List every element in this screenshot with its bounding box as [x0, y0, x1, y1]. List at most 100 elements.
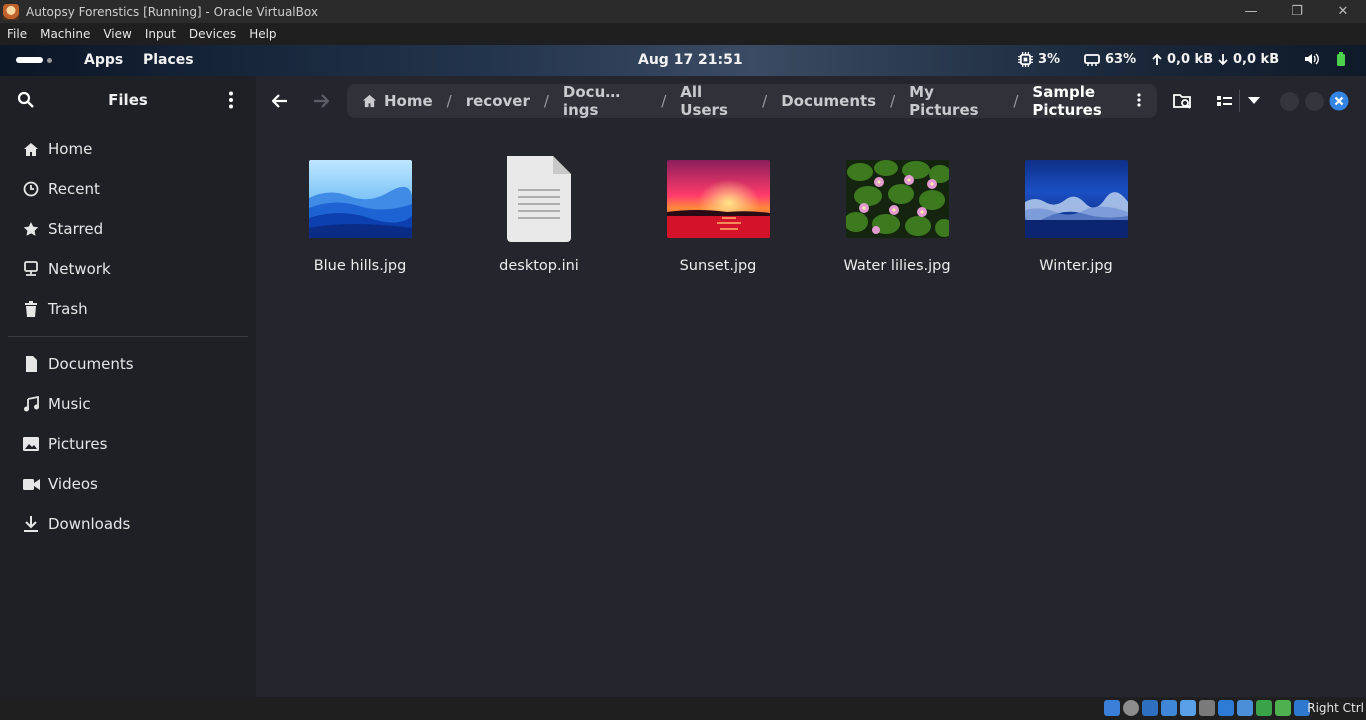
file-name: Winter.jpg	[1039, 258, 1113, 274]
music-icon	[22, 395, 40, 413]
file-item[interactable]: desktop.ini	[459, 156, 619, 274]
activities-indicator[interactable]	[16, 57, 52, 63]
vbox-title-bar: Autopsy Forenstics [Running] - Oracle Vi…	[0, 0, 1366, 23]
cpu-activity-icon[interactable]	[1256, 700, 1272, 716]
sidebar-item-label: Documents	[48, 355, 134, 373]
download-indicator[interactable]: 0,0 kB	[1218, 52, 1279, 67]
home-icon	[22, 140, 40, 158]
picture-icon	[22, 435, 40, 453]
home-icon	[362, 94, 377, 108]
file-item[interactable]: Water lilies.jpg	[817, 160, 977, 274]
hard-disk-icon[interactable]	[1104, 700, 1120, 716]
sidebar-item-label: Home	[48, 140, 93, 158]
minimize-icon[interactable]: —	[1228, 0, 1274, 23]
window-maximize-button[interactable]	[1304, 88, 1324, 114]
file-name: desktop.ini	[499, 258, 579, 274]
crumb-recover[interactable]: recover	[466, 92, 530, 110]
memory-indicator[interactable]: 63%	[1084, 52, 1136, 67]
sidebar-item-label: Pictures	[48, 435, 108, 453]
network-adapter-icon[interactable]	[1161, 700, 1177, 716]
forward-button[interactable]	[308, 88, 334, 114]
recording-icon[interactable]	[1237, 700, 1253, 716]
upload-indicator[interactable]: 0,0 kB	[1152, 52, 1213, 67]
memory-icon	[1084, 53, 1100, 66]
crumb-documents-and-settings[interactable]: Docu…ings	[563, 83, 647, 119]
volume-indicator[interactable]	[1304, 52, 1320, 66]
menu-machine[interactable]: Machine	[33, 27, 96, 41]
shared-folders-icon[interactable]	[1199, 700, 1215, 716]
files-window: Files Home Recent Starred Network Trash …	[0, 76, 1366, 697]
search-icon[interactable]	[17, 91, 34, 112]
list-view-icon	[1216, 96, 1232, 106]
view-mode-button[interactable]	[1211, 88, 1237, 114]
crumb-home[interactable]: Home	[362, 92, 433, 110]
view-options-button[interactable]	[1241, 88, 1267, 114]
audio-icon[interactable]	[1142, 700, 1158, 716]
battery-indicator[interactable]	[1335, 52, 1347, 66]
sidebar-title: Files	[108, 91, 148, 109]
crumb-all-users[interactable]: All Users	[680, 83, 748, 119]
sidebar-item-home[interactable]: Home	[0, 129, 256, 169]
sidebar-divider	[8, 336, 248, 337]
download-value: 0,0 kB	[1233, 52, 1280, 67]
usb-icon[interactable]	[1180, 700, 1196, 716]
file-name: Water lilies.jpg	[843, 258, 951, 274]
places-menu[interactable]: Places	[143, 52, 194, 68]
sidebar-item-documents[interactable]: Documents	[0, 344, 256, 384]
kebab-menu-icon[interactable]	[228, 91, 234, 113]
arrow-up-icon	[1152, 53, 1162, 65]
cpu-value: 3%	[1038, 52, 1061, 67]
sunset-thumbnail	[666, 160, 770, 238]
water-lilies-thumbnail	[845, 160, 949, 238]
display-icon[interactable]	[1218, 700, 1234, 716]
crumb-separator: /	[543, 92, 549, 110]
arrow-left-icon	[272, 94, 287, 108]
window-close-button[interactable]	[1329, 88, 1349, 114]
crumb-separator: /	[1013, 92, 1019, 110]
clock[interactable]: Aug 17 21:51	[638, 52, 743, 68]
apps-menu[interactable]: Apps	[84, 52, 123, 68]
search-location-button[interactable]	[1169, 88, 1195, 114]
file-name: Blue hills.jpg	[313, 258, 407, 274]
optical-drive-icon[interactable]	[1123, 700, 1139, 716]
sidebar-item-downloads[interactable]: Downloads	[0, 504, 256, 544]
clock-icon	[22, 180, 40, 198]
sidebar-item-music[interactable]: Music	[0, 384, 256, 424]
sidebar-item-videos[interactable]: Videos	[0, 464, 256, 504]
menu-view[interactable]: View	[96, 27, 137, 41]
video-icon	[22, 475, 40, 493]
menu-devices[interactable]: Devices	[182, 27, 242, 41]
chevron-down-icon	[1248, 97, 1260, 104]
folder-search-icon	[1172, 93, 1191, 109]
back-button[interactable]	[267, 88, 293, 114]
mouse-integration-icon[interactable]	[1275, 700, 1291, 716]
window-minimize-button[interactable]	[1279, 88, 1299, 114]
close-icon[interactable]: ✕	[1320, 0, 1366, 23]
sidebar-item-starred[interactable]: Starred	[0, 209, 256, 249]
cpu-icon	[1018, 52, 1033, 67]
blue-hills-thumbnail	[308, 160, 412, 238]
sidebar-item-network[interactable]: Network	[0, 249, 256, 289]
crumb-my-pictures[interactable]: My Pictures	[909, 83, 999, 119]
sidebar-item-label: Recent	[48, 180, 100, 198]
file-item[interactable]: Winter.jpg	[996, 160, 1156, 274]
sidebar-item-recent[interactable]: Recent	[0, 169, 256, 209]
sidebar-item-pictures[interactable]: Pictures	[0, 424, 256, 464]
star-icon	[22, 220, 40, 238]
trash-icon	[22, 300, 40, 318]
file-item[interactable]: Blue hills.jpg	[280, 160, 440, 274]
path-menu-icon[interactable]	[1137, 93, 1141, 111]
menu-input[interactable]: Input	[138, 27, 182, 41]
crumb-separator: /	[661, 92, 667, 110]
sidebar-item-label: Music	[48, 395, 91, 413]
menu-file[interactable]: File	[0, 27, 33, 41]
file-item[interactable]: Sunset.jpg	[638, 160, 798, 274]
sidebar-item-trash[interactable]: Trash	[0, 289, 256, 329]
workspace-pill-icon	[16, 57, 43, 63]
restore-icon[interactable]: ❐	[1274, 0, 1320, 23]
crumb-documents[interactable]: Documents	[781, 92, 876, 110]
toolbar-divider	[1239, 90, 1240, 112]
close-icon	[1329, 91, 1349, 111]
cpu-indicator[interactable]: 3%	[1018, 52, 1060, 67]
menu-help[interactable]: Help	[242, 27, 282, 41]
